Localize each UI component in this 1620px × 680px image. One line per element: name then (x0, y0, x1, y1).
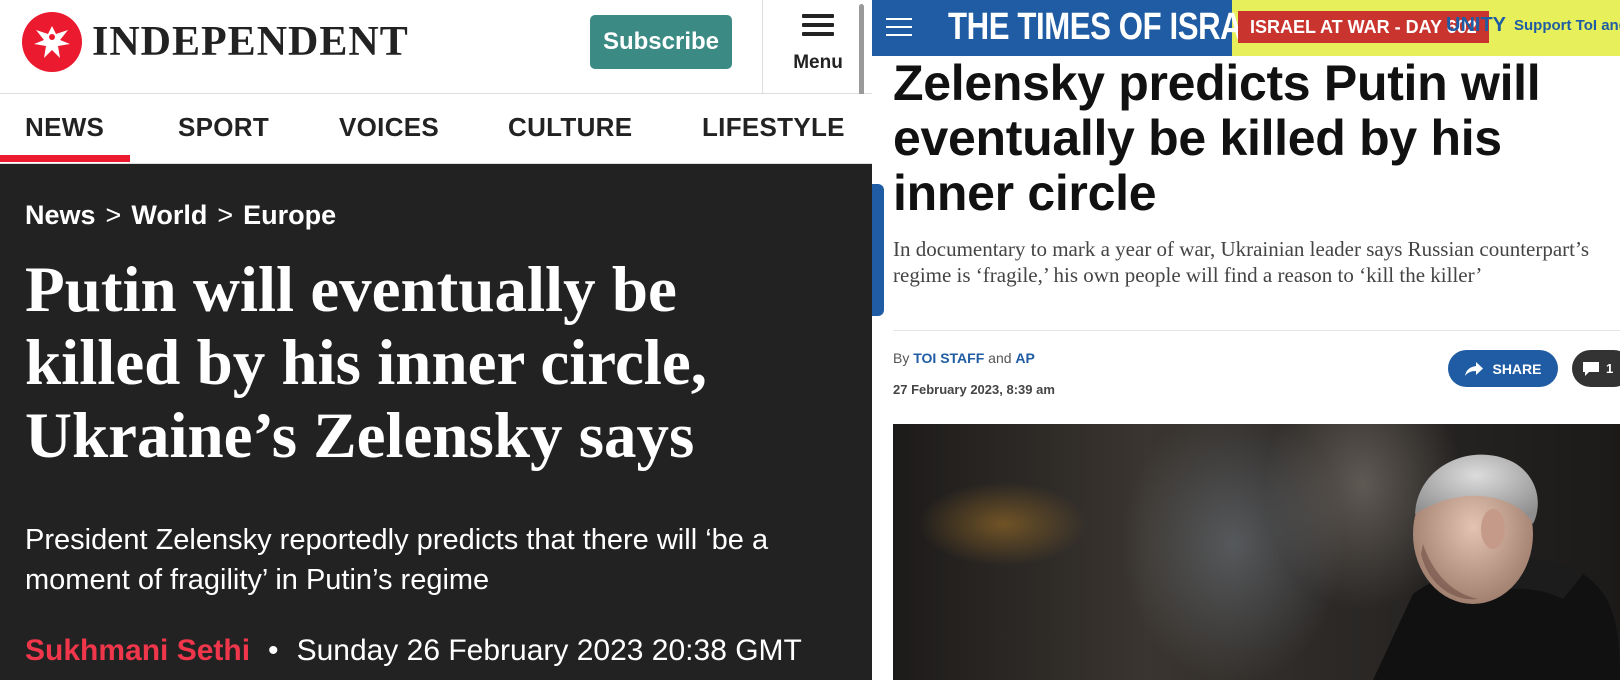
breadcrumb-europe[interactable]: Europe (243, 200, 336, 230)
article-lead-photo (893, 424, 1620, 680)
nav-tab-voices[interactable]: VOICES (339, 112, 439, 143)
hamburger-menu-icon (802, 14, 834, 36)
article-headline: Putin will eventually be killed by his i… (25, 254, 707, 472)
article-subheadline: In documentary to mark a year of war, Uk… (893, 237, 1589, 287)
breadcrumb-world[interactable]: World (131, 200, 207, 230)
support-link[interactable]: Support ToI and (1514, 17, 1620, 34)
independent-header: INDEPENDENT Subscribe Menu (0, 0, 872, 160)
nav-tab-news[interactable]: NEWS (25, 112, 104, 143)
unity-label: UNITY (1446, 14, 1506, 36)
byline-separator: • (268, 634, 279, 667)
independent-page: INDEPENDENT Subscribe Menu NEWS SPORT VO… (0, 0, 872, 680)
side-drawer-tab[interactable] (872, 184, 884, 316)
putin-photo-illustration (1373, 454, 1620, 680)
article-byline: Sukhmani Sethi • Sunday 26 February 2023 2… (25, 634, 802, 668)
share-arrow-icon (1465, 361, 1484, 376)
menu-label: Menu (793, 52, 843, 73)
author-link-toi-staff[interactable]: TOI STAFF (913, 350, 984, 366)
byline-join: and (988, 350, 1012, 366)
active-tab-indicator (0, 155, 130, 162)
eagle-logo-icon (22, 12, 82, 72)
article-headline: Zelensky predicts Putin will eventually … (893, 55, 1541, 221)
hamburger-menu-icon[interactable] (886, 18, 912, 36)
comment-count: 1 (1606, 361, 1614, 376)
nav-tab-sport[interactable]: SPORT (178, 112, 269, 143)
comments-button[interactable]: 1 (1572, 350, 1620, 387)
article-standfirst: President Zelensky reportedly predicts t… (25, 524, 769, 596)
comment-bubble-icon (1583, 361, 1599, 376)
share-label: SHARE (1492, 360, 1542, 377)
independent-section-nav: NEWS SPORT VOICES CULTURE LIFESTYLE (0, 94, 872, 164)
subscribe-button[interactable]: Subscribe (590, 15, 732, 69)
independent-logo[interactable]: INDEPENDENT (22, 12, 409, 72)
independent-wordmark: INDEPENDENT (92, 19, 409, 65)
author-link[interactable]: Sukhmani Sethi (25, 634, 250, 667)
byline-prefix: By (893, 350, 910, 366)
breadcrumb-separator: > (105, 200, 122, 230)
independent-article-header: News > World > Europe Putin will eventually … (0, 164, 872, 680)
menu-button[interactable]: Menu (762, 0, 872, 94)
divider (893, 330, 1620, 331)
toi-masthead-logo[interactable]: THE TIMES OF ISRAEL (948, 6, 1282, 49)
nav-tab-culture[interactable]: CULTURE (508, 112, 632, 143)
publish-date: 27 February 2023, 8:39 am (893, 382, 1055, 397)
article-byline: By TOI STAFF and AP (893, 350, 1035, 366)
nav-tab-lifestyle[interactable]: LIFESTYLE (702, 112, 845, 143)
author-link-ap[interactable]: AP (1015, 350, 1034, 366)
breadcrumb-news[interactable]: News (25, 200, 96, 230)
share-button[interactable]: SHARE (1448, 350, 1558, 387)
times-of-israel-page: THE TIMES OF ISRAEL ISRAEL AT WAR - DAY … (872, 0, 1620, 680)
publish-date: Sunday 26 February 2023 20:38 GMT (296, 634, 802, 667)
breadcrumb-separator: > (217, 200, 234, 230)
breadcrumb: News > World > Europe (25, 200, 336, 231)
toi-top-bar: THE TIMES OF ISRAEL ISRAEL AT WAR - DAY … (872, 0, 1620, 56)
